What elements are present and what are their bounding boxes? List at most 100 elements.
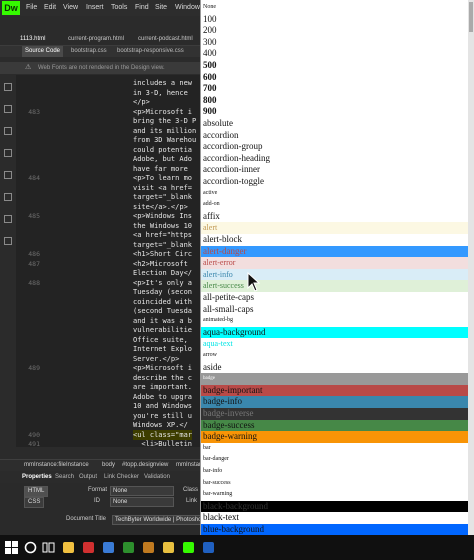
code-line[interactable]: Server.</p> <box>16 354 200 364</box>
code-line[interactable]: Election Day</ <box>16 268 200 278</box>
dropdown-option[interactable]: badge-success <box>201 419 469 432</box>
dropdown-option[interactable]: accordion-inner <box>201 164 469 176</box>
css-mode-button[interactable]: CSS <box>24 497 45 508</box>
dreamweaver-taskbar-icon[interactable] <box>183 542 194 553</box>
dropdown-option[interactable]: affix <box>201 210 469 223</box>
dropdown-option[interactable]: black-background <box>201 500 469 513</box>
code-line[interactable]: could potentia <box>16 145 200 155</box>
dropdown-option[interactable]: 100 <box>201 13 469 26</box>
dropdown-option[interactable]: alert-danger <box>201 245 469 258</box>
code-line[interactable]: you're still u <box>16 411 200 421</box>
dropdown-option[interactable]: absolute <box>201 118 469 130</box>
dropdown-option[interactable]: 300 <box>201 36 469 49</box>
dropdown-option[interactable]: badge-important <box>201 384 469 397</box>
dropdown-option[interactable]: animated-bg <box>201 315 469 327</box>
class-dropdown-list[interactable]: None 100 200 300 400 500 600 700 800 900 absolute a… <box>200 0 469 535</box>
code-line[interactable]: Adobe, but Ado <box>16 154 200 164</box>
tab-current-program[interactable]: current-program.html <box>68 33 124 45</box>
tab-current-podcast[interactable]: current-podcast.html <box>138 33 193 45</box>
code-line[interactable]: 489 <p>Microsoft i <box>16 363 200 373</box>
code-line[interactable]: Tuesday (secon <box>16 287 200 297</box>
dropdown-option[interactable]: aqua-text <box>201 338 469 350</box>
tab-search[interactable]: Search <box>55 472 74 483</box>
code-line[interactable]: bring the 3-D P <box>16 116 200 126</box>
dropdown-option[interactable]: black-text <box>201 512 469 524</box>
code-line[interactable]: </p> <box>16 97 200 107</box>
breadcrumb-item[interactable]: mmInstance:fileInstance <box>24 460 89 471</box>
dropdown-option[interactable]: 800 <box>201 94 469 107</box>
breadcrumb-item[interactable]: #topp.designview <box>122 460 168 471</box>
dropdown-option[interactable]: all-petite-caps <box>201 292 469 304</box>
code-line[interactable]: Office suite, <box>16 335 200 345</box>
dropdown-option-selected[interactable]: alert-block <box>201 234 469 246</box>
dropdown-option[interactable]: alert-success <box>201 280 469 292</box>
dropdown-option[interactable]: badge-warning <box>201 431 469 443</box>
dropdown-option[interactable]: bar-danger <box>201 454 469 466</box>
code-line[interactable]: includes a new <box>16 78 200 88</box>
code-line[interactable]: 485 <p>Windows Ins <box>16 211 200 221</box>
code-line[interactable]: vulnerabilitie <box>16 325 200 335</box>
dropdown-option[interactable]: arrow <box>201 350 469 362</box>
code-line[interactable]: have far more <box>16 164 200 174</box>
menu-view[interactable]: View <box>63 2 78 14</box>
tab-properties[interactable]: Properties <box>22 472 52 483</box>
id-select[interactable]: None <box>110 497 174 507</box>
menu-insert[interactable]: Insert <box>86 2 104 14</box>
open-documents-icon[interactable] <box>4 83 12 91</box>
dropdown-option[interactable]: 400 <box>201 48 469 60</box>
code-line[interactable]: 491 <li>Bulletin <box>16 439 200 447</box>
dropdown-option[interactable]: all-small-caps <box>201 303 469 316</box>
menu-window[interactable]: Window <box>175 2 200 14</box>
code-line[interactable]: 486 <h1>Short Circ <box>16 249 200 259</box>
dropdown-option[interactable]: 900 <box>201 106 469 118</box>
dropdown-option[interactable]: blue-background <box>201 524 469 535</box>
code-line[interactable]: Internet Explo <box>16 344 200 354</box>
search-icon[interactable] <box>24 541 37 554</box>
tab-1113-html[interactable]: 1113.html <box>20 33 45 45</box>
code-line[interactable]: 10 and Windows <box>16 401 200 411</box>
dropdown-option[interactable]: accordion <box>201 129 469 142</box>
source-code-button[interactable]: Source Code <box>22 46 64 57</box>
code-line[interactable]: 490 <ul class="mar <box>16 429 200 440</box>
tab-link-checker[interactable]: Link Checker <box>104 472 139 483</box>
remove-comment-icon[interactable] <box>4 193 12 201</box>
code-line[interactable]: from 3D Warehou <box>16 135 200 145</box>
code-line[interactable]: describe the c <box>16 373 200 383</box>
code-line[interactable]: <a href="https <box>16 230 200 240</box>
code-line[interactable]: 484 <p>To learn mo <box>16 173 200 183</box>
dropdown-option[interactable]: badge-inverse <box>201 408 469 420</box>
menu-site[interactable]: Site <box>155 2 167 14</box>
dropdown-option[interactable]: bar-warning <box>201 489 469 501</box>
format-source-icon[interactable] <box>4 237 12 245</box>
dropdown-option[interactable]: accordion-group <box>201 141 469 153</box>
code-line[interactable]: in 3-D, hence <box>16 88 200 98</box>
select-parent-tag-icon[interactable] <box>4 149 12 157</box>
code-line[interactable]: and it was a b <box>16 316 200 326</box>
app-icon[interactable] <box>103 542 114 553</box>
app-icon[interactable] <box>123 542 134 553</box>
menu-tools[interactable]: Tools <box>111 2 127 14</box>
dropdown-option[interactable]: alert <box>201 222 469 234</box>
app-icon[interactable] <box>143 542 154 553</box>
code-line[interactable]: Windows XP.</ <box>16 420 200 430</box>
code-line[interactable]: are important. <box>16 382 200 392</box>
expand-all-icon[interactable] <box>4 127 12 135</box>
file-explorer-icon[interactable] <box>63 542 74 553</box>
menu-file[interactable]: File <box>26 2 37 14</box>
code-line[interactable]: and its million <box>16 126 200 136</box>
dropdown-option[interactable]: active <box>201 187 469 200</box>
dropdown-option[interactable]: alert-info <box>201 268 469 281</box>
apply-comment-icon[interactable] <box>4 171 12 179</box>
dropdown-option[interactable]: aside <box>201 361 469 374</box>
code-line[interactable]: (second Tuesda <box>16 306 200 316</box>
menu-find[interactable]: Find <box>135 2 149 14</box>
scrollbar-thumb[interactable] <box>469 2 473 32</box>
menu-edit[interactable]: Edit <box>44 2 56 14</box>
dropdown-option[interactable]: bar-info <box>201 466 469 478</box>
code-line[interactable]: target="_blank <box>16 240 200 250</box>
app-icon[interactable] <box>83 542 94 553</box>
code-line[interactable]: Adobe to upgra <box>16 392 200 402</box>
dropdown-option[interactable]: bar <box>201 442 469 455</box>
app-icon[interactable] <box>203 542 214 553</box>
format-select[interactable]: None <box>110 486 174 496</box>
